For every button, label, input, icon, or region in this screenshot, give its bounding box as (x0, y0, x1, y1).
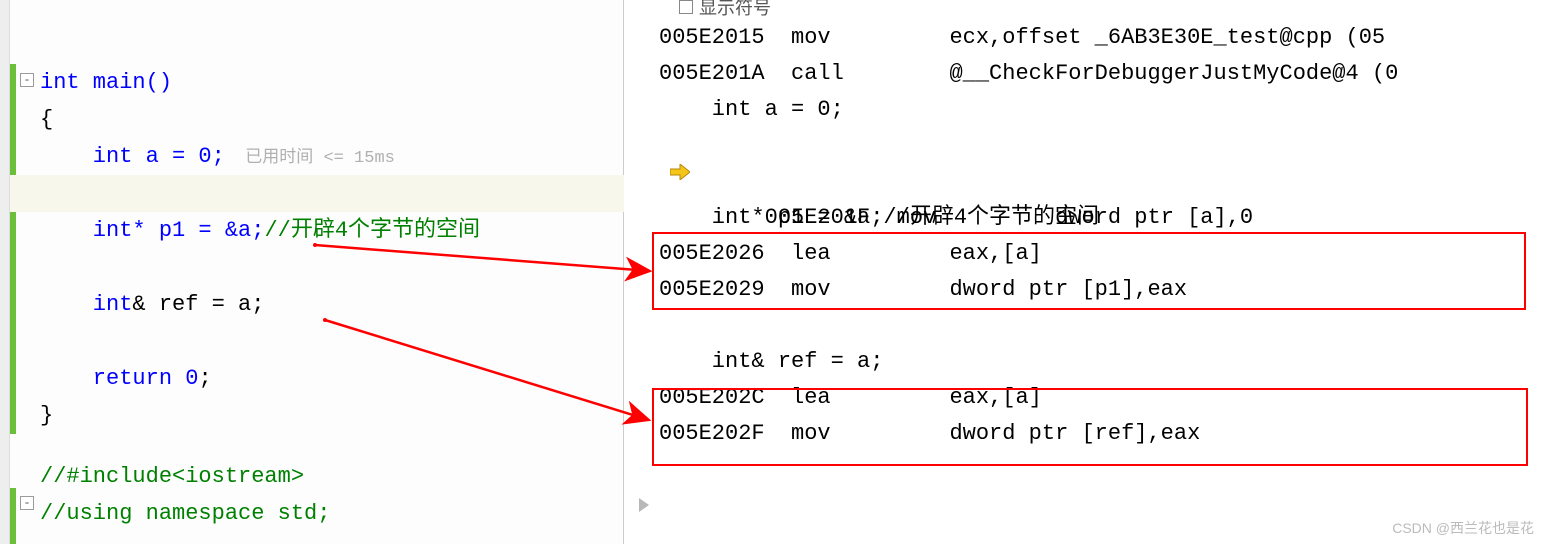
code-line: //using namespace std; (40, 495, 624, 532)
asm-line: 005E2026 lea eax,[a] (659, 236, 1544, 272)
code-line: int a = 0; 已用时间 <= 15ms (40, 138, 624, 175)
disassembly-code[interactable]: 005E2015 mov ecx,offset _6AB3E30E_test@c… (659, 20, 1544, 524)
source-code[interactable]: int main() { int a = 0; 已用时间 <= 15ms int… (40, 0, 624, 532)
asm-line: 005E2029 mov dword ptr [p1],eax (659, 272, 1544, 308)
watermark: CSDN @西兰花也是花 (1392, 518, 1534, 538)
show-symbols-checkbox[interactable]: 显示符号 (679, 0, 771, 20)
src-line: int a = 0; (659, 92, 1544, 128)
editor-split-view: - - int main() { int a = 0; 已用时间 <= 15ms… (0, 0, 1544, 544)
asm-line: 005E201A call @__CheckForDebuggerJustMyC… (659, 56, 1544, 92)
asm-line: 005E2015 mov ecx,offset _6AB3E30E_test@c… (659, 20, 1544, 56)
play-icon[interactable] (639, 498, 649, 512)
code-line: int main() (40, 64, 624, 101)
code-line: } (40, 397, 624, 434)
fold-toggle-icon[interactable]: - (20, 496, 34, 510)
code-line: { (40, 101, 624, 138)
code-line: int* p1 = &a;//开辟4个字节的空间 (40, 212, 624, 249)
code-line: return 0; (40, 360, 624, 397)
checkbox-icon[interactable] (679, 0, 693, 14)
code-line: int& ref = a; (40, 286, 624, 323)
asm-line-current: 005E201F mov dword ptr [a],0 (659, 128, 1544, 164)
checkbox-label: 显示符号 (699, 0, 771, 20)
src-line: int& ref = a; (659, 344, 1544, 380)
perf-hint: 已用时间 <= 15ms (225, 149, 395, 168)
code-line: //#include<iostream> (40, 458, 624, 495)
asm-line: 005E202F mov dword ptr [ref],eax (659, 416, 1544, 452)
gutter (0, 0, 10, 544)
asm-line: 005E202C lea eax,[a] (659, 380, 1544, 416)
src-line: int* p1 = &a;//开辟4个字节的空间 (659, 200, 1544, 236)
change-marker (10, 64, 16, 434)
fold-toggle-icon[interactable]: - (20, 73, 34, 87)
source-pane[interactable]: - - int main() { int a = 0; 已用时间 <= 15ms… (0, 0, 624, 544)
disassembly-pane[interactable]: 显示符号 005E2015 mov ecx,offset _6AB3E30E_t… (624, 0, 1544, 544)
change-marker (10, 488, 16, 544)
